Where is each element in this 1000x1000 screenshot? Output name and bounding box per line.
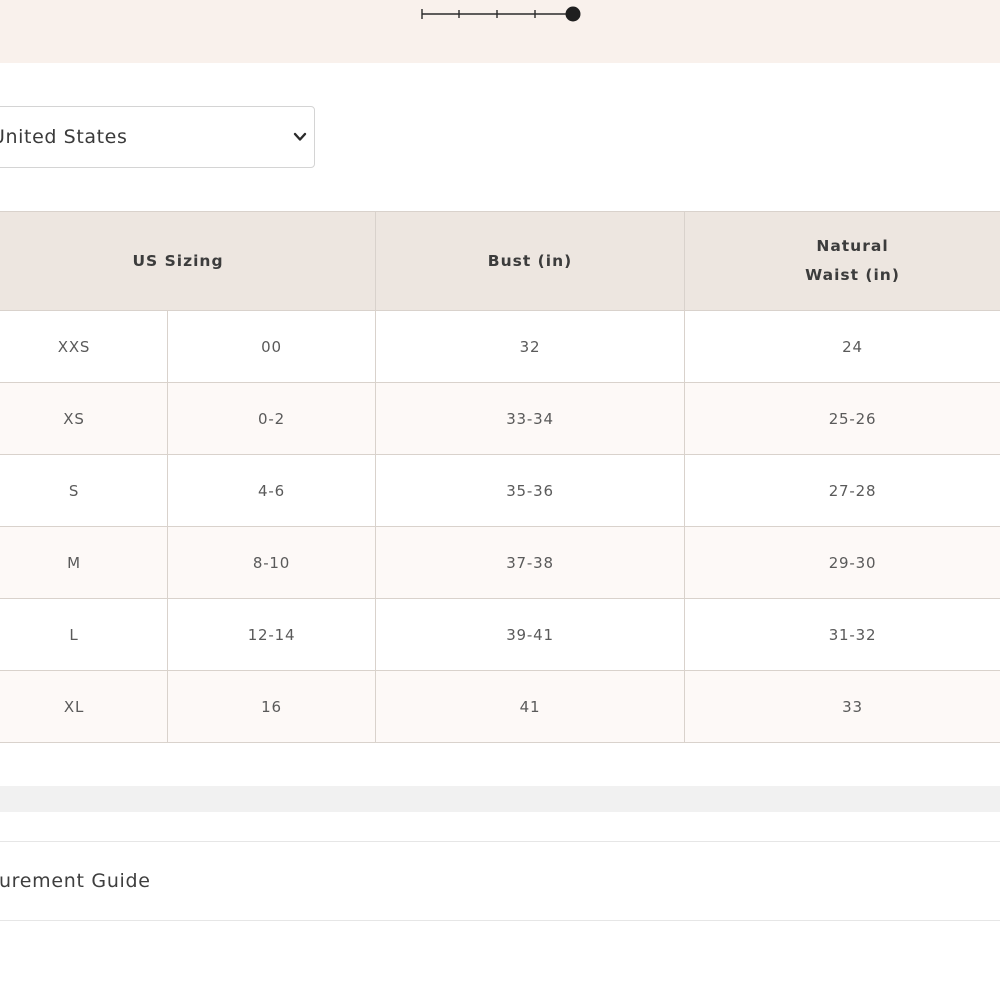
cell-waist: 25-26	[684, 382, 1000, 455]
cell-bust: 39-41	[375, 598, 685, 671]
measurement-guide-label: asurement Guide	[0, 870, 151, 892]
section-divider	[0, 786, 1000, 812]
header-bust: Bust (in)	[375, 211, 685, 311]
fit-slider-handle[interactable]	[565, 6, 581, 22]
size-chart-table: US Sizing Bust (in) Natural Waist (in) X…	[0, 211, 1000, 743]
region-select[interactable]: United States	[0, 106, 315, 168]
cell-us-size: 12-14	[167, 598, 376, 671]
cell-waist: 24	[684, 310, 1000, 383]
header-natural-waist: Natural Waist (in)	[684, 211, 1000, 311]
cell-bust: 37-38	[375, 526, 685, 599]
cell-bust: 32	[375, 310, 685, 383]
cell-size: M	[0, 526, 168, 599]
cell-waist: 29-30	[684, 526, 1000, 599]
measurement-guide-toggle[interactable]: asurement Guide	[0, 841, 1000, 921]
cell-us-size: 8-10	[167, 526, 376, 599]
cell-us-size: 16	[167, 670, 376, 743]
cell-us-size: 0-2	[167, 382, 376, 455]
cell-size: XXS	[0, 310, 168, 383]
table-header-row: US Sizing Bust (in) Natural Waist (in)	[0, 211, 1000, 311]
cell-size: XL	[0, 670, 168, 743]
fit-scale-band	[0, 0, 1000, 63]
header-waist-line1: Natural	[816, 237, 889, 255]
cell-bust: 41	[375, 670, 685, 743]
table-row: L 12-14 39-41 31-32	[0, 598, 1000, 671]
chevron-down-icon	[293, 132, 307, 141]
cell-bust: 33-34	[375, 382, 685, 455]
region-select-value: United States	[0, 126, 128, 148]
cell-bust: 35-36	[375, 454, 685, 527]
size-guide-page: United States US Sizing Bust (in) Natura…	[0, 0, 1000, 1000]
cell-size: XS	[0, 382, 168, 455]
table-row: M 8-10 37-38 29-30	[0, 526, 1000, 599]
table-row: XS 0-2 33-34 25-26	[0, 382, 1000, 455]
table-row: S 4-6 35-36 27-28	[0, 454, 1000, 527]
cell-waist: 27-28	[684, 454, 1000, 527]
cell-waist: 31-32	[684, 598, 1000, 671]
header-us-sizing: US Sizing	[0, 211, 376, 311]
header-waist-line2: Waist (in)	[805, 266, 900, 284]
cell-size: L	[0, 598, 168, 671]
fit-slider[interactable]	[418, 4, 584, 26]
cell-us-size: 4-6	[167, 454, 376, 527]
cell-waist: 33	[684, 670, 1000, 743]
table-row: XL 16 41 33	[0, 670, 1000, 743]
cell-us-size: 00	[167, 310, 376, 383]
cell-size: S	[0, 454, 168, 527]
table-row: XXS 00 32 24	[0, 310, 1000, 383]
